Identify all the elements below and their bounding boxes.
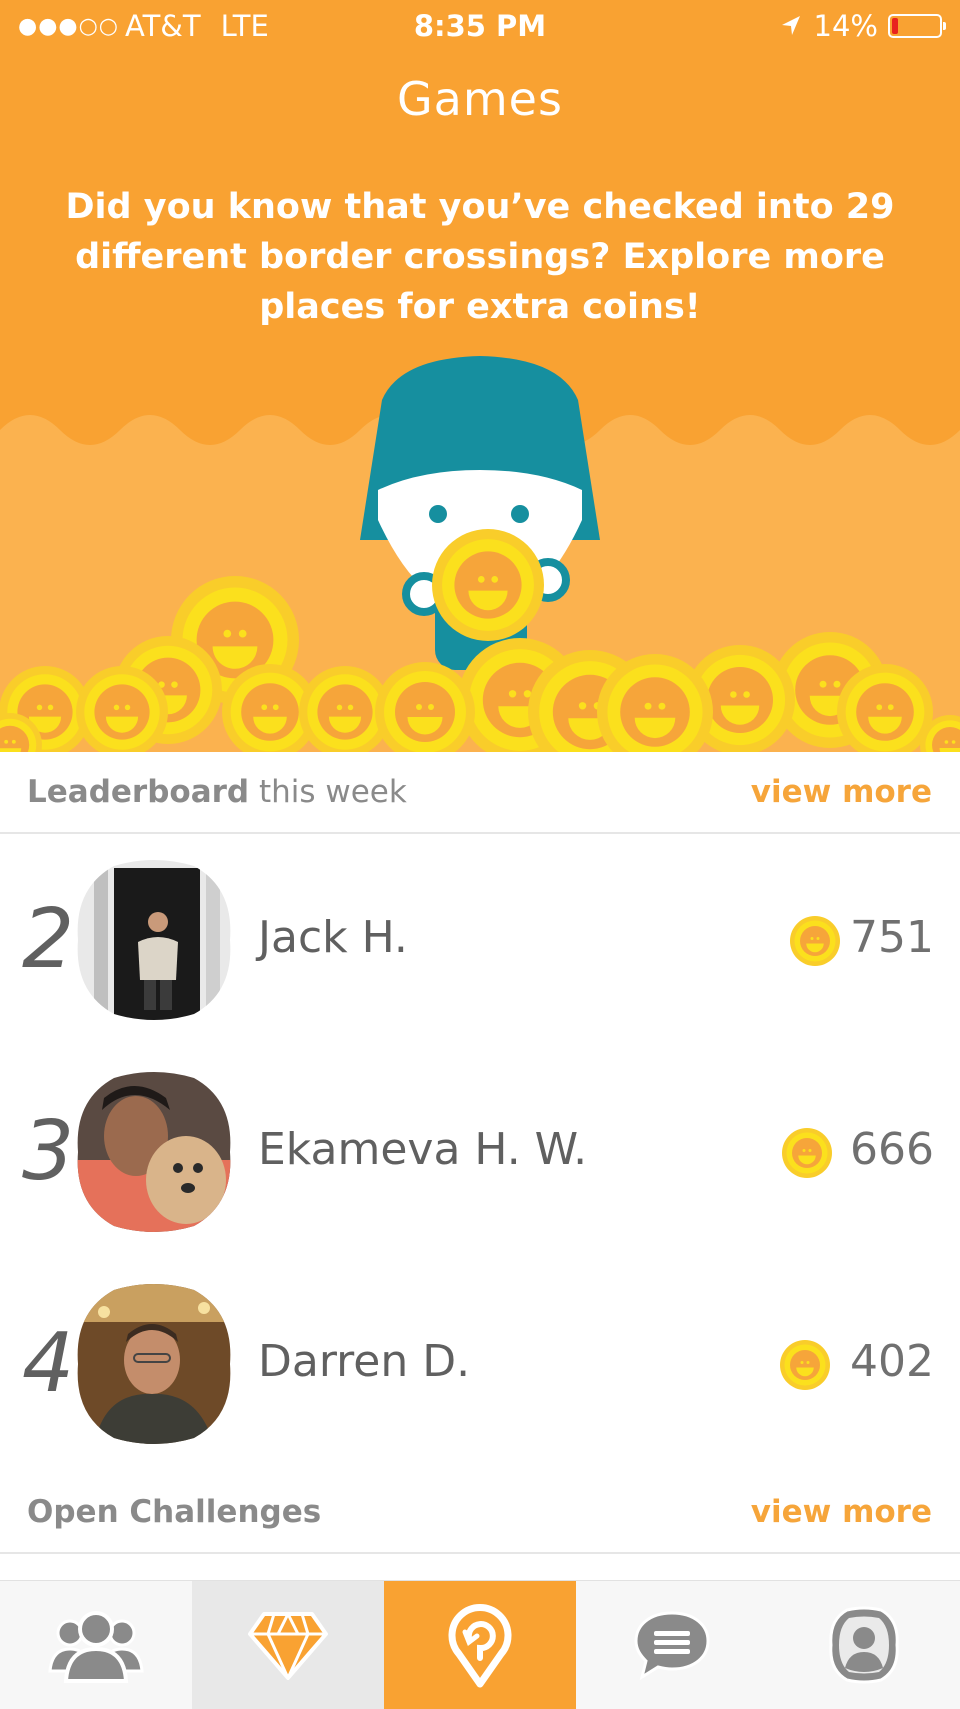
leaderboard-row[interactable]: 2 Jack H. 751 bbox=[0, 834, 960, 1046]
leaderboard-row[interactable]: 4 Darren D. 402 bbox=[0, 1258, 960, 1470]
leaderboard-title-rest: this week bbox=[249, 774, 407, 810]
rank-number: 4 bbox=[22, 1316, 75, 1411]
coin-icon bbox=[782, 1128, 832, 1178]
status-bar: ●●●○○ AT&T LTE 8:35 PM 14% bbox=[0, 0, 960, 54]
leaderboard-title-bold: Leaderboard bbox=[27, 774, 250, 810]
leaderboard-view-more-link[interactable]: view more bbox=[751, 774, 932, 810]
coin-count: 751 bbox=[850, 912, 934, 963]
open-challenges-title: Open Challenges bbox=[27, 1494, 321, 1530]
profile-icon bbox=[829, 1606, 899, 1684]
avatar bbox=[77, 860, 231, 1020]
friends-icon bbox=[48, 1611, 144, 1683]
battery-percent: 14% bbox=[813, 9, 878, 43]
leaderboard-title: Leaderboard this week bbox=[27, 774, 407, 810]
open-challenges-header: Open Challenges view more bbox=[0, 1472, 960, 1554]
battery-icon bbox=[888, 14, 946, 38]
coin-count: 402 bbox=[850, 1336, 934, 1387]
coin-count: 666 bbox=[850, 1124, 934, 1175]
tip-message: Did you know that you’ve checked into 29… bbox=[65, 187, 895, 327]
tab-profile[interactable] bbox=[768, 1581, 960, 1709]
status-right: 14% bbox=[778, 9, 946, 43]
avatar bbox=[77, 1284, 231, 1444]
leaderboard-header: Leaderboard this week view more bbox=[0, 752, 960, 834]
leaderboard-row[interactable]: 3 Ekameva H. W. 666 bbox=[0, 1046, 960, 1258]
tab-bar bbox=[0, 1580, 960, 1709]
diamond-icon bbox=[248, 1612, 328, 1680]
tab-rewards[interactable] bbox=[192, 1581, 384, 1709]
tab-messages[interactable] bbox=[576, 1581, 768, 1709]
challenges-view-more-link[interactable]: view more bbox=[751, 1494, 932, 1530]
player-name: Darren D. bbox=[258, 1336, 471, 1387]
coin-icon bbox=[790, 916, 840, 966]
games-hero: ●●●○○ AT&T LTE 8:35 PM 14% Games Did you… bbox=[0, 0, 960, 752]
open-challenges-title-text: Open Challenges bbox=[27, 1494, 322, 1530]
tab-check-in[interactable] bbox=[384, 1581, 576, 1709]
coin-icon bbox=[780, 1340, 830, 1390]
tab-friends[interactable] bbox=[0, 1581, 192, 1709]
check-in-icon bbox=[448, 1603, 512, 1688]
rank-number: 3 bbox=[22, 1104, 75, 1199]
battery-level bbox=[892, 18, 898, 34]
location-arrow-icon bbox=[781, 16, 800, 35]
player-name: Jack H. bbox=[258, 912, 408, 963]
player-name: Ekameva H. W. bbox=[258, 1124, 588, 1175]
messages-icon bbox=[634, 1611, 710, 1681]
page-title: Games bbox=[397, 72, 563, 126]
avatar bbox=[77, 1072, 231, 1232]
rank-number: 2 bbox=[22, 892, 75, 987]
